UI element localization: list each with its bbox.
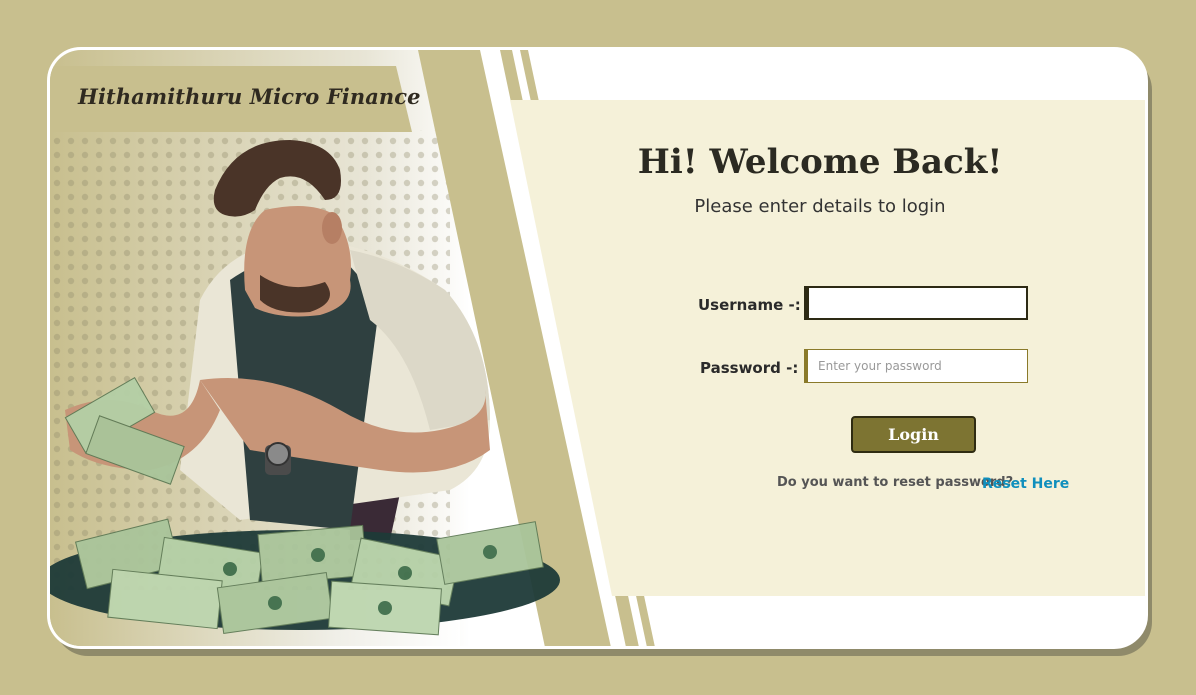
welcome-title: Hi! Welcome Back! <box>637 142 1003 182</box>
reset-prompt: Do you want to reset password? <box>777 475 1014 490</box>
login-subtitle: Please enter details to login <box>694 196 946 217</box>
password-label: Password -: <box>700 359 799 377</box>
reset-password-link[interactable]: Reset Here <box>982 476 1069 492</box>
login-button[interactable]: Login <box>851 416 976 453</box>
password-input[interactable] <box>804 349 1028 383</box>
username-label: Username -: <box>698 296 801 314</box>
username-input[interactable] <box>804 286 1028 320</box>
login-card: Hithamithuru Micro Finance Hi! Welcome B… <box>47 47 1148 649</box>
